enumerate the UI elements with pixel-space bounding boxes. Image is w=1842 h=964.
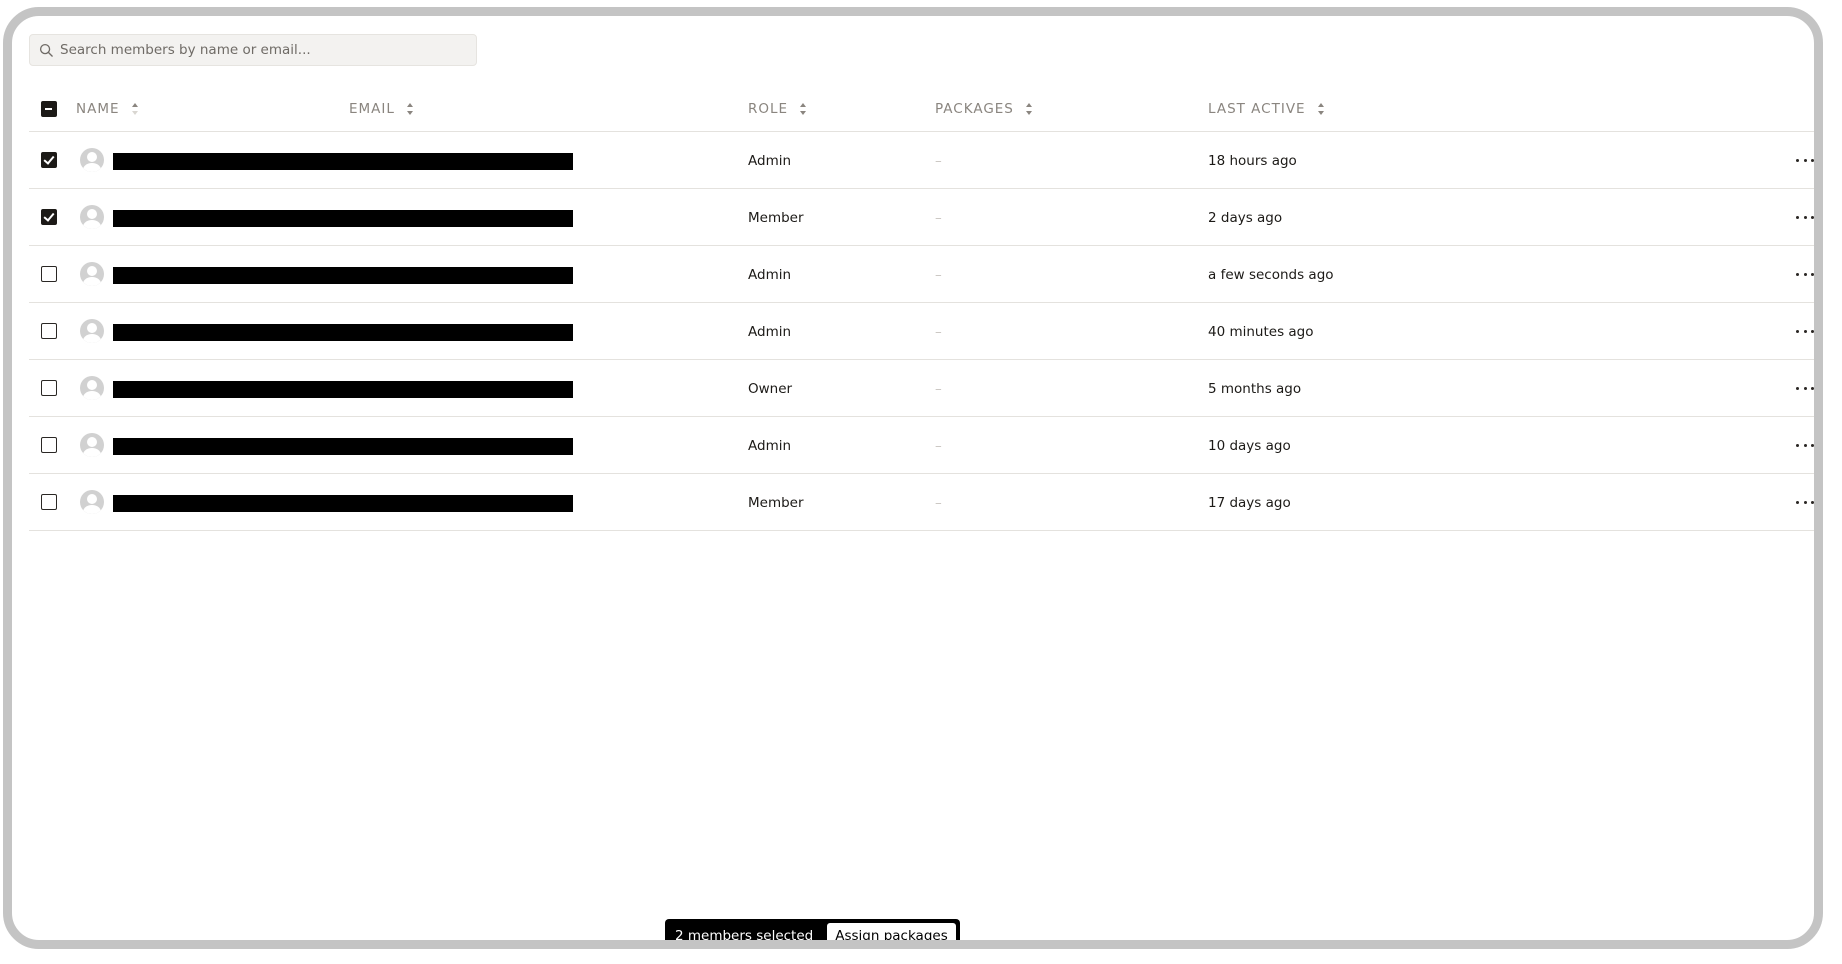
member-packages: –	[935, 266, 942, 283]
member-last-active: 17 days ago	[1208, 494, 1291, 511]
more-horizontal-icon[interactable]	[1796, 266, 1814, 282]
member-packages: –	[935, 209, 942, 226]
app-window: NAME EMAIL ROLE PACKAGES LAST ACTIVE Adm…	[3, 7, 1823, 949]
user-avatar-icon	[80, 433, 104, 457]
member-role: Owner	[748, 380, 793, 397]
member-packages: –	[935, 380, 942, 397]
column-header-last-active-label: LAST ACTIVE	[1208, 101, 1306, 117]
member-packages: –	[935, 494, 942, 511]
column-header-role-label: ROLE	[748, 101, 789, 117]
column-header-packages[interactable]: PACKAGES	[935, 86, 1033, 132]
redacted-name-email	[113, 495, 573, 512]
member-packages: –	[935, 437, 942, 454]
table-row[interactable]: Member – 2 days ago	[29, 189, 1814, 246]
member-role: Admin	[748, 152, 792, 169]
redacted-name-email	[113, 153, 573, 170]
selected-count: 2 members selected	[675, 928, 814, 944]
user-avatar-icon	[80, 148, 104, 172]
search-bar[interactable]	[29, 34, 477, 66]
member-role: Admin	[748, 266, 792, 283]
table-row[interactable]: Owner – 5 months ago	[29, 360, 1814, 417]
table-row[interactable]: Admin – 10 days ago	[29, 417, 1814, 474]
sort-icon	[406, 103, 414, 115]
column-header-last-active[interactable]: LAST ACTIVE	[1208, 86, 1325, 132]
column-header-name-label: NAME	[76, 101, 120, 117]
user-avatar-icon	[80, 205, 104, 229]
row-checkbox[interactable]	[41, 494, 57, 510]
more-horizontal-icon[interactable]	[1796, 152, 1814, 168]
table-row[interactable]: Admin – a few seconds ago	[29, 246, 1814, 303]
row-checkbox[interactable]	[41, 266, 57, 282]
bulk-action-bar: 2 members selected Assign packages	[665, 919, 960, 944]
column-header-packages-label: PACKAGES	[935, 101, 1014, 117]
more-horizontal-icon[interactable]	[1796, 323, 1814, 339]
table-header: NAME EMAIL ROLE PACKAGES LAST ACTIVE	[29, 86, 1814, 132]
redacted-name-email	[113, 381, 573, 398]
user-avatar-icon	[80, 376, 104, 400]
sort-icon	[1317, 103, 1325, 115]
column-header-email-label: EMAIL	[349, 101, 395, 117]
table-row[interactable]: Admin – 40 minutes ago	[29, 303, 1814, 360]
member-last-active: 40 minutes ago	[1208, 323, 1314, 340]
user-avatar-icon	[80, 319, 104, 343]
member-packages: –	[935, 323, 942, 340]
member-role: Member	[748, 209, 804, 226]
member-last-active: 18 hours ago	[1208, 152, 1297, 169]
member-last-active: 10 days ago	[1208, 437, 1291, 454]
sort-icon	[800, 103, 807, 115]
row-checkbox[interactable]	[41, 152, 57, 168]
redacted-name-email	[113, 210, 573, 227]
redacted-name-email	[113, 438, 573, 455]
search-input[interactable]	[60, 35, 470, 65]
member-last-active: 2 days ago	[1208, 209, 1283, 226]
row-checkbox[interactable]	[41, 437, 57, 453]
column-header-role[interactable]: ROLE	[748, 86, 807, 132]
more-horizontal-icon[interactable]	[1796, 437, 1814, 453]
member-role: Admin	[748, 323, 792, 340]
member-role: Admin	[748, 437, 792, 454]
member-last-active: a few seconds ago	[1208, 266, 1334, 283]
column-header-email[interactable]: EMAIL	[349, 86, 414, 132]
sort-asc-icon	[131, 103, 139, 115]
row-checkbox[interactable]	[41, 380, 57, 396]
select-all-checkbox[interactable]	[41, 101, 57, 117]
row-checkbox[interactable]	[41, 209, 57, 225]
assign-packages-button[interactable]: Assign packages	[827, 923, 956, 940]
redacted-name-email	[113, 324, 573, 341]
column-header-name[interactable]: NAME	[76, 86, 139, 132]
member-role: Member	[748, 494, 804, 511]
sort-icon	[1025, 103, 1033, 115]
member-last-active: 5 months ago	[1208, 380, 1302, 397]
row-checkbox[interactable]	[41, 323, 57, 339]
table-row[interactable]: Member – 17 days ago	[29, 474, 1814, 531]
redacted-name-email	[113, 267, 573, 284]
user-avatar-icon	[80, 262, 104, 286]
member-packages: –	[935, 152, 942, 169]
search-icon	[39, 43, 53, 57]
more-horizontal-icon[interactable]	[1796, 209, 1814, 225]
table-row[interactable]: Admin – 18 hours ago	[29, 132, 1814, 189]
more-horizontal-icon[interactable]	[1796, 494, 1814, 510]
user-avatar-icon	[80, 490, 104, 514]
more-horizontal-icon[interactable]	[1796, 380, 1814, 396]
